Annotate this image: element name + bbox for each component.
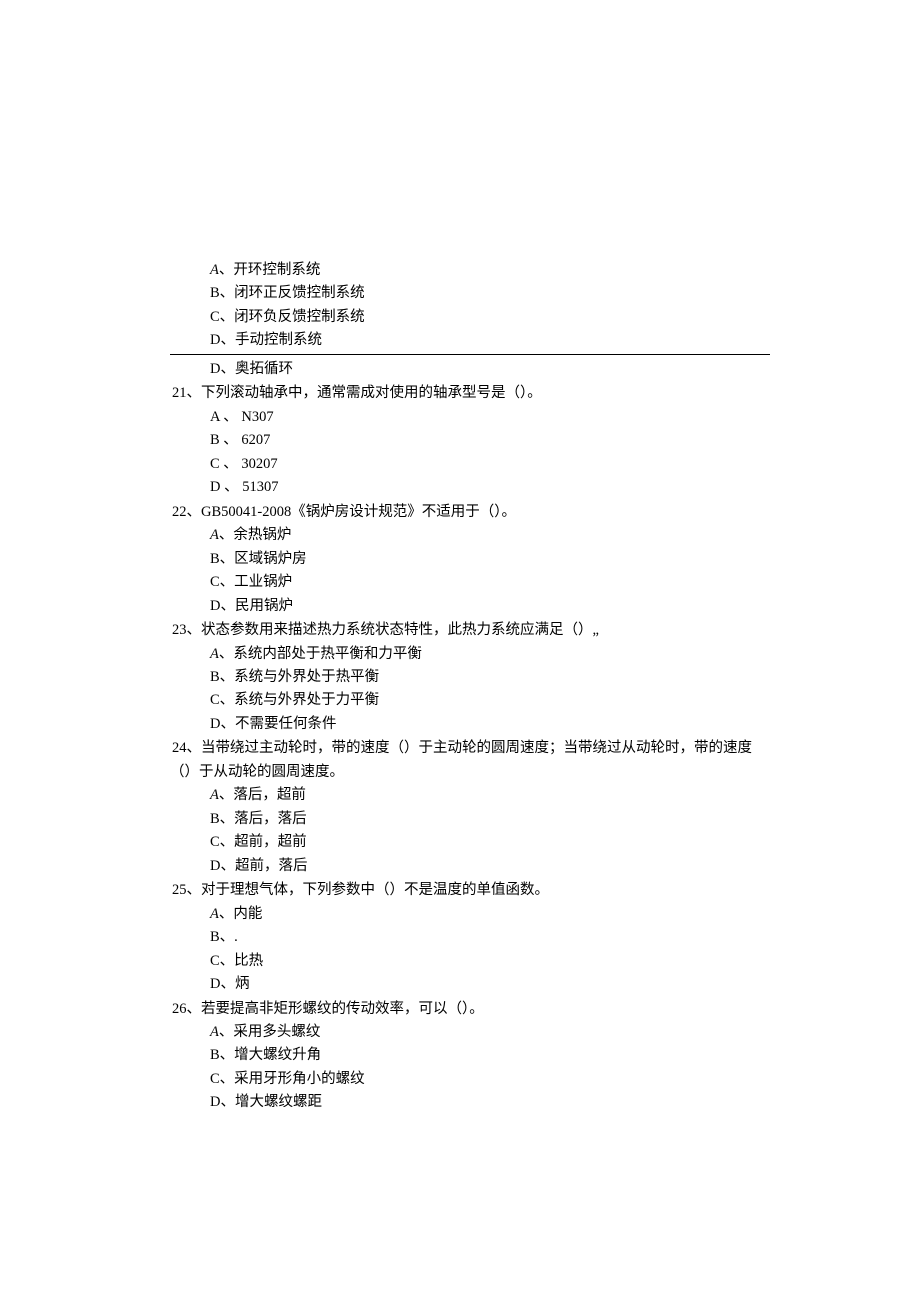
option-b: B、落后，落后	[210, 808, 770, 830]
option-c: C、工业锅炉	[210, 571, 770, 593]
question-stem: 21、下列滚动轴承中，通常需成对使用的轴承型号是（）。	[170, 382, 770, 404]
option-c: C 、 30207	[210, 453, 770, 475]
options: A、内能 B、. C、比热 D、炳	[170, 903, 770, 996]
option-a: A 、 N307	[210, 406, 770, 428]
divider	[170, 354, 770, 355]
option-d: D 、 51307	[210, 476, 770, 498]
option-c: C、系统与外界处于力平衡	[210, 689, 770, 711]
question-stem: 23、状态参数用来描述热力系统状态特性，此热力系统应满足（）„	[170, 619, 770, 641]
option-b: B 、 6207	[210, 429, 770, 451]
option-a: A、余热锅炉	[210, 524, 770, 546]
option-b: B、.	[210, 926, 770, 948]
question-stem: 26、若要提高非矩形螺纹的传动效率，可以（）。	[170, 998, 770, 1020]
question-21: 21、下列滚动轴承中，通常需成对使用的轴承型号是（）。 A 、 N307 B 、…	[170, 382, 770, 498]
option-c: C、闭环负反馈控制系统	[170, 306, 770, 328]
options: A、落后，超前 B、落后，落后 C、超前，超前 D、超前，落后	[170, 784, 770, 877]
options: A、采用多头螺纹 B、增大螺纹升角 C、采用牙形角小的螺纹 D、增大螺纹螺距	[170, 1021, 770, 1114]
document-page: A、开环控制系统 B、闭环正反馈控制系统 C、闭环负反馈控制系统 D、手动控制系…	[0, 0, 920, 1114]
option-c: C、采用牙形角小的螺纹	[210, 1068, 770, 1090]
option-a: A、系统内部处于热平衡和力平衡	[210, 643, 770, 665]
options: A 、 N307 B 、 6207 C 、 30207 D 、 51307	[170, 406, 770, 499]
question-22: 22、GB50041-2008《锅炉房设计规范》不适用于（）。 A、余热锅炉 B…	[170, 501, 770, 617]
question-stem: 25、对于理想气体，下列参数中（）不是温度的单值函数。	[170, 879, 770, 901]
leading-options-group: A、开环控制系统 B、闭环正反馈控制系统 C、闭环负反馈控制系统 D、手动控制系…	[170, 259, 770, 352]
option-b: B、系统与外界处于热平衡	[210, 666, 770, 688]
option-a: A、采用多头螺纹	[210, 1021, 770, 1043]
option-d: D、炳	[210, 973, 770, 995]
option-d: D、手动控制系统	[170, 329, 770, 351]
option-b: B、区域锅炉房	[210, 548, 770, 570]
option-a: A、落后，超前	[210, 784, 770, 806]
option-c: C、超前，超前	[210, 831, 770, 853]
question-stem-cont: （）于从动轮的圆周速度。	[170, 761, 770, 783]
option-c: C、比热	[210, 950, 770, 972]
options: A、余热锅炉 B、区域锅炉房 C、工业锅炉 D、民用锅炉	[170, 524, 770, 617]
option-d-aoto: D、奥拓循环	[210, 358, 770, 380]
option-d: D、超前，落后	[210, 855, 770, 877]
option-d: D、民用锅炉	[210, 595, 770, 617]
options: A、系统内部处于热平衡和力平衡 B、系统与外界处于热平衡 C、系统与外界处于力平…	[170, 643, 770, 736]
option-a: A、开环控制系统	[170, 259, 770, 281]
option-d: D、增大螺纹螺距	[210, 1091, 770, 1113]
question-25: 25、对于理想气体，下列参数中（）不是温度的单值函数。 A、内能 B、. C、比…	[170, 879, 770, 995]
orphan-option: D、奥拓循环	[170, 358, 770, 380]
option-b: B、闭环正反馈控制系统	[170, 282, 770, 304]
question-stem: 24、当带绕过主动轮时，带的速度（）于主动轮的圆周速度；当带绕过从动轮时，带的速…	[170, 737, 770, 759]
option-b: B、增大螺纹升角	[210, 1044, 770, 1066]
option-a: A、内能	[210, 903, 770, 925]
question-23: 23、状态参数用来描述热力系统状态特性，此热力系统应满足（）„ A、系统内部处于…	[170, 619, 770, 735]
question-stem: 22、GB50041-2008《锅炉房设计规范》不适用于（）。	[170, 501, 770, 523]
question-26: 26、若要提高非矩形螺纹的传动效率，可以（）。 A、采用多头螺纹 B、增大螺纹升…	[170, 998, 770, 1114]
option-d: D、不需要任何条件	[210, 713, 770, 735]
question-24: 24、当带绕过主动轮时，带的速度（）于主动轮的圆周速度；当带绕过从动轮时，带的速…	[170, 737, 770, 877]
